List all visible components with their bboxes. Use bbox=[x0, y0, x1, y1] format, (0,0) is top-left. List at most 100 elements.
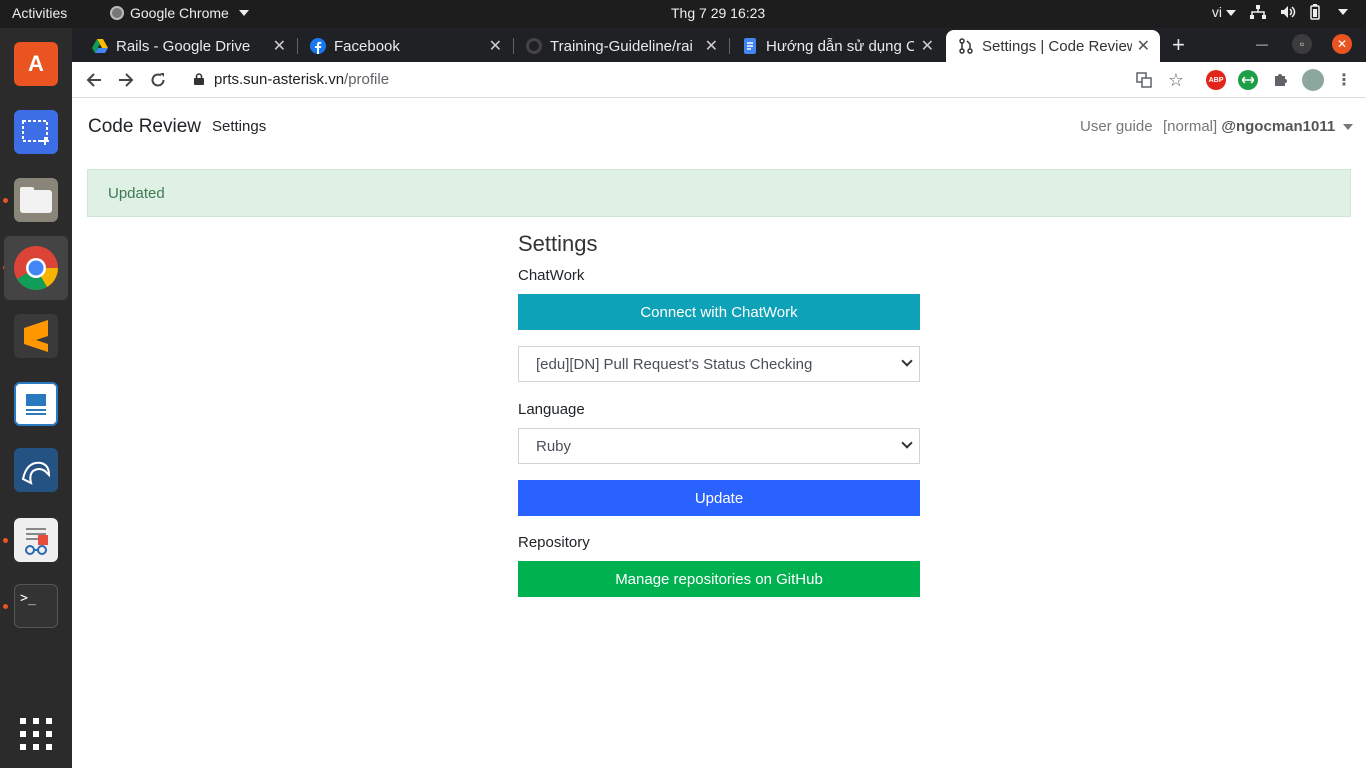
power-menu-chevron-icon[interactable] bbox=[1338, 9, 1348, 15]
software-center-icon: A bbox=[14, 42, 58, 86]
chrome-icon bbox=[14, 246, 58, 290]
chrome-mini-icon bbox=[110, 6, 124, 20]
sublime-text-icon bbox=[14, 314, 58, 358]
tab-title: Rails - Google Drive bbox=[116, 37, 251, 55]
web-page: Code Review Settings User guide [normal]… bbox=[72, 99, 1366, 768]
nav-settings-link[interactable]: Settings bbox=[212, 118, 266, 135]
success-alert: Updated bbox=[87, 169, 1351, 217]
settings-form: Settings ChatWork Connect with ChatWork … bbox=[518, 231, 920, 597]
star-icon[interactable]: ☆ bbox=[1166, 70, 1186, 90]
language-select[interactable]: Ruby bbox=[518, 428, 920, 464]
reload-icon bbox=[151, 73, 165, 87]
document-viewer-launcher[interactable] bbox=[4, 508, 68, 572]
tab-title: Facebook bbox=[334, 37, 400, 55]
close-icon[interactable]: ✕ bbox=[1137, 36, 1150, 56]
user-guide-link[interactable]: User guide bbox=[1080, 118, 1153, 135]
profile-avatar[interactable] bbox=[1302, 69, 1324, 91]
url-path: /profile bbox=[344, 70, 390, 88]
green-extension-icon[interactable] bbox=[1238, 70, 1258, 90]
tab-settings-code-review[interactable]: Settings | Code Review ✕ bbox=[946, 30, 1160, 62]
chatwork-room-select[interactable]: [edu][DN] Pull Request's Status Checking bbox=[518, 346, 920, 382]
manage-github-repos-button[interactable]: Manage repositories on GitHub bbox=[518, 561, 920, 597]
software-center-launcher[interactable]: A bbox=[4, 32, 68, 96]
menu-icon[interactable]: ⋮ bbox=[1334, 70, 1354, 90]
lock-icon bbox=[194, 73, 204, 85]
close-icon[interactable]: ✕ bbox=[921, 36, 934, 56]
google-docs-icon bbox=[744, 38, 756, 54]
brand-link[interactable]: Code Review bbox=[88, 116, 201, 138]
user-role: [normal] bbox=[1163, 118, 1218, 135]
minimize-button[interactable]: — bbox=[1252, 34, 1272, 54]
facebook-icon bbox=[310, 38, 326, 54]
libreoffice-writer-launcher[interactable] bbox=[4, 372, 68, 436]
screenshot-launcher[interactable] bbox=[4, 100, 68, 164]
terminal-launcher[interactable]: >_ bbox=[4, 574, 68, 638]
puzzle-icon[interactable] bbox=[1270, 70, 1290, 90]
alert-message: Updated bbox=[108, 185, 165, 202]
clock[interactable]: Thg 7 29 16:23 bbox=[671, 5, 765, 21]
mysql-workbench-icon bbox=[14, 448, 58, 492]
tab-title: Settings | Code Review bbox=[982, 37, 1132, 55]
update-button[interactable]: Update bbox=[518, 480, 920, 516]
chevron-down-icon bbox=[901, 355, 913, 367]
translate-icon[interactable] bbox=[1134, 70, 1154, 90]
pull-request-icon bbox=[959, 38, 973, 54]
show-applications-button[interactable] bbox=[4, 702, 68, 766]
tab-facebook[interactable]: Facebook ✕ bbox=[298, 30, 512, 62]
connect-chatwork-button[interactable]: Connect with ChatWork bbox=[518, 294, 920, 330]
repository-label: Repository bbox=[518, 534, 590, 551]
forward-button[interactable] bbox=[114, 68, 138, 92]
reload-button[interactable] bbox=[146, 68, 170, 92]
ubuntu-dock: A >_ bbox=[0, 28, 72, 768]
back-button[interactable] bbox=[82, 68, 106, 92]
network-icon bbox=[1250, 5, 1266, 19]
tab-huong-dan-su-dung[interactable]: Hướng dẫn sử dụng C ✕ bbox=[730, 30, 944, 62]
close-icon[interactable]: ✕ bbox=[273, 36, 286, 56]
google-drive-icon bbox=[92, 39, 108, 53]
user-menu-dropdown[interactable]: [normal] @ngocman1011 bbox=[1163, 118, 1354, 135]
close-icon[interactable]: ✕ bbox=[489, 36, 502, 56]
app-grid-icon bbox=[20, 718, 52, 750]
sublime-text-launcher[interactable] bbox=[4, 304, 68, 368]
new-tab-button[interactable]: + bbox=[1172, 32, 1185, 58]
activities-button[interactable]: Activities bbox=[12, 5, 67, 21]
chatwork-room-value: [edu][DN] Pull Request's Status Checking bbox=[536, 355, 813, 373]
tab-rails-google-drive[interactable]: Rails - Google Drive ✕ bbox=[80, 30, 296, 62]
url-host: prts.sun-asterisk.vn bbox=[214, 70, 345, 88]
volume-icon bbox=[1281, 6, 1296, 18]
mysql-workbench-launcher[interactable] bbox=[4, 438, 68, 502]
adblock-icon[interactable]: ABP bbox=[1206, 70, 1226, 90]
close-window-button[interactable]: ✕ bbox=[1332, 34, 1352, 54]
maximize-button[interactable]: ▫ bbox=[1292, 34, 1312, 54]
tab-training-guideline[interactable]: Training-Guideline/rai ✕ bbox=[514, 30, 728, 62]
tab-title: Hướng dẫn sử dụng C bbox=[766, 37, 914, 55]
language-value: Ruby bbox=[536, 437, 572, 455]
github-icon bbox=[526, 38, 542, 54]
system-tray[interactable]: vi bbox=[1212, 4, 1348, 20]
chevron-down-icon bbox=[238, 10, 249, 16]
chevron-down-icon bbox=[901, 437, 913, 449]
browser-toolbar: prts.sun-asterisk.vn/profile ☆ ABP ⋮ bbox=[72, 62, 1366, 98]
site-navbar: Code Review Settings User guide [normal]… bbox=[72, 99, 1366, 155]
app-menu-label: Google Chrome bbox=[130, 5, 229, 21]
arrow-left-icon bbox=[86, 73, 101, 87]
close-icon[interactable]: ✕ bbox=[705, 36, 718, 56]
address-bar[interactable]: prts.sun-asterisk.vn/profile bbox=[180, 64, 1240, 94]
system-top-bar: Activities Google Chrome Thg 7 29 16:23 … bbox=[0, 0, 1366, 28]
chrome-launcher[interactable] bbox=[4, 236, 68, 300]
document-viewer-icon bbox=[14, 518, 58, 562]
app-menu[interactable]: Google Chrome bbox=[110, 5, 249, 21]
browser-tab-strip: Rails - Google Drive ✕ Facebook ✕ Traini… bbox=[72, 28, 1366, 62]
writer-icon bbox=[14, 382, 58, 426]
username: @ngocman1011 bbox=[1221, 118, 1336, 135]
arrow-right-icon bbox=[119, 73, 134, 87]
files-launcher[interactable] bbox=[4, 168, 68, 232]
terminal-icon: >_ bbox=[14, 584, 58, 628]
files-icon bbox=[14, 178, 58, 222]
screenshot-icon bbox=[14, 110, 58, 154]
language-label: Language bbox=[518, 401, 585, 418]
input-language[interactable]: vi bbox=[1212, 4, 1236, 20]
chatwork-label: ChatWork bbox=[518, 267, 585, 284]
page-title: Settings bbox=[518, 231, 598, 256]
chevron-down-icon bbox=[1343, 124, 1354, 131]
